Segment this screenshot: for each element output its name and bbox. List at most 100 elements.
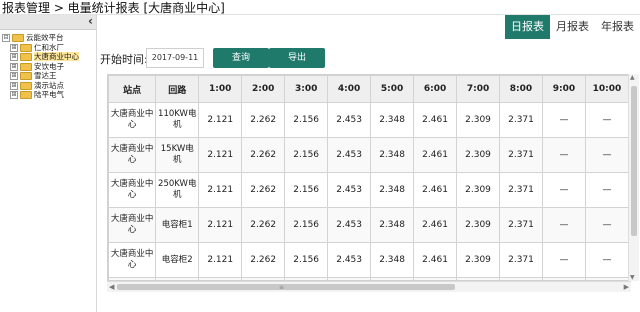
- energy-value-cell: 2.262: [241, 102, 286, 138]
- folder-icon: [20, 62, 32, 71]
- column-header: 4:00: [327, 75, 372, 103]
- column-header: 3:00: [284, 75, 329, 103]
- energy-value-cell: 2.121: [198, 137, 243, 173]
- horizontal-scroll-thumb[interactable]: [117, 284, 455, 290]
- report-table-container: 站点 回路 1:00 2:00 3:00 4:00 5:00 6:00 7:00 8:00 9:00…: [107, 74, 633, 281]
- station-cell: 大唐商业中心: [108, 137, 157, 173]
- energy-value-cell: 2.371: [499, 102, 543, 138]
- export-button[interactable]: 导出: [269, 48, 325, 68]
- energy-value-cell: 2.371: [499, 172, 543, 208]
- folder-icon: [20, 81, 32, 90]
- station-cell: 大唐商业中心: [108, 102, 157, 138]
- circuit-cell: 电容柜2: [155, 242, 200, 278]
- vertical-scroll-thumb[interactable]: [631, 86, 637, 236]
- tree-node[interactable]: ⊞ 演示站点: [2, 81, 79, 91]
- energy-value-cell: 2.262: [241, 137, 286, 173]
- table-header: 站点 回路 1:00 2:00 3:00 4:00 5:00 6:00 7:00 8:00 9:00…: [108, 75, 632, 103]
- tree-node-label: 安饮电子: [34, 61, 64, 71]
- station-cell: 大唐商业中心: [108, 172, 157, 208]
- energy-value-cell: 2.461: [413, 102, 458, 138]
- column-header: 9:00: [541, 75, 586, 103]
- query-button[interactable]: 查询: [213, 48, 269, 68]
- vertical-scrollbar[interactable]: ▲ ▼: [628, 74, 639, 281]
- tree-node[interactable]: ⊞ 陆平电气: [2, 90, 79, 100]
- folder-icon: [20, 91, 32, 99]
- energy-value-cell: 2.309: [456, 207, 501, 243]
- table-row[interactable]: 大唐商业中心 250KW电机 2.121 2.262 2.156 2.453 2.348 2.…: [108, 172, 632, 208]
- scroll-grip-icon: ≡: [279, 284, 285, 291]
- energy-value-cell: —: [541, 207, 586, 243]
- energy-value-cell: 2.309: [456, 137, 501, 173]
- energy-value-cell: —: [541, 172, 586, 208]
- table-body: 大唐商业中心 110KW电机 2.121 2.262 2.156 2.453 2.348 2.…: [108, 102, 632, 280]
- scroll-right-icon[interactable]: ▶: [624, 283, 629, 291]
- column-header: 10:00: [584, 75, 629, 103]
- energy-value-cell: —: [584, 172, 629, 208]
- folder-icon: [20, 43, 32, 52]
- scroll-down-icon[interactable]: ▼: [630, 274, 635, 281]
- energy-value-cell: 2.121: [198, 242, 243, 278]
- tab-monthly-report[interactable]: 月报表: [550, 15, 595, 39]
- circuit-cell: 110KW电机: [155, 102, 200, 138]
- report-table: 站点 回路 1:00 2:00 3:00 4:00 5:00 6:00 7:00 8:00 9:00…: [108, 75, 632, 280]
- column-header: 5:00: [370, 75, 415, 103]
- energy-value-cell: —: [541, 242, 586, 278]
- energy-value-cell: 2.262: [241, 242, 286, 278]
- table-row[interactable]: 大唐商业中心 电容柜1 2.121 2.262 2.156 2.453 2.348 2.461…: [108, 207, 632, 243]
- plus-box-icon[interactable]: ⊞: [10, 72, 18, 80]
- energy-value-cell: 2.156: [284, 102, 329, 138]
- table-row[interactable]: 大唐商业中心 110KW电机 2.121 2.262 2.156 2.453 2.348 2.…: [108, 102, 632, 138]
- tab-daily-report[interactable]: 日报表: [505, 15, 550, 39]
- chevron-left-icon[interactable]: ‹: [88, 14, 93, 28]
- energy-value-cell: 2.262: [241, 172, 286, 208]
- tree-node-selected[interactable]: ⊞ 大唐商业中心: [2, 52, 79, 62]
- energy-value-cell: 2.453: [327, 207, 372, 243]
- plus-box-icon[interactable]: ⊞: [10, 43, 18, 52]
- tree-node[interactable]: ⊞ 仁和水厂: [2, 43, 79, 53]
- energy-value-cell: 2.461: [413, 242, 458, 278]
- plus-box-icon[interactable]: ⊞: [10, 53, 18, 61]
- plus-box-icon[interactable]: ⊞: [10, 81, 18, 90]
- energy-value-cell: 2.262: [241, 207, 286, 243]
- energy-value-cell: 2.121: [198, 102, 243, 138]
- energy-value-cell: 2.348: [370, 207, 415, 243]
- energy-value-cell: 2.453: [327, 137, 372, 173]
- energy-value-cell: 2.461: [413, 207, 458, 243]
- scroll-up-icon[interactable]: ▲: [630, 74, 635, 81]
- column-header: 8:00: [499, 75, 543, 103]
- tree-node[interactable]: ⊞ 雪达王: [2, 71, 79, 81]
- energy-value-cell: —: [541, 102, 586, 138]
- energy-value-cell: 2.461: [413, 137, 458, 173]
- column-header: 回路: [155, 75, 200, 103]
- energy-value-cell: —: [541, 137, 586, 173]
- scroll-left-icon[interactable]: ◀: [109, 283, 114, 291]
- energy-value-cell: 2.309: [456, 242, 501, 278]
- tree-node-label: 大唐商业中心: [34, 52, 79, 61]
- sidebar: ‹ ⊟ 云能效平台 ⊞ 仁和水厂 ⊞ 大唐商业中心 ⊞ 安饮电子 ⊞ 雪达王 ⊞ 演示站点 …: [0, 14, 97, 312]
- site-tree: ⊟ 云能效平台 ⊞ 仁和水厂 ⊞ 大唐商业中心 ⊞ 安饮电子 ⊞ 雪达王 ⊞ 演示站点 ⊞ 陆…: [2, 33, 79, 100]
- page-title: 报表管理 > 电量统计报表 [大唐商业中心]: [2, 1, 225, 15]
- tree-node[interactable]: ⊞ 安饮电子: [2, 62, 79, 72]
- tree-node-label: 云能效平台: [26, 33, 64, 42]
- circuit-cell: 15KW电机: [155, 137, 200, 173]
- energy-value-cell: 2.156: [284, 137, 329, 173]
- horizontal-scrollbar[interactable]: ◀ ≡ ▶: [107, 281, 631, 292]
- column-header: 站点: [108, 75, 157, 103]
- plus-box-icon[interactable]: ⊞: [10, 91, 18, 99]
- folder-icon: [20, 53, 32, 61]
- energy-value-cell: 2.453: [327, 242, 372, 278]
- station-cell: 大唐商业中心: [108, 207, 157, 243]
- energy-value-cell: 2.309: [456, 102, 501, 138]
- tree-node-label: 雪达王: [34, 71, 57, 80]
- energy-value-cell: 2.461: [413, 172, 458, 208]
- tree-node-root[interactable]: ⊟ 云能效平台: [2, 33, 79, 43]
- table-row[interactable]: 大唐商业中心 15KW电机 2.121 2.262 2.156 2.453 2.348 2.4…: [108, 137, 632, 173]
- energy-value-cell: —: [584, 242, 629, 278]
- table-row[interactable]: 大唐商业中心 电容柜2 2.121 2.262 2.156 2.453 2.348 2.461…: [108, 242, 632, 278]
- minus-box-icon[interactable]: ⊟: [2, 34, 10, 42]
- folder-icon: [12, 34, 24, 42]
- circuit-cell: 250KW电机: [155, 172, 200, 208]
- start-date-input[interactable]: [146, 48, 204, 68]
- tab-yearly-report[interactable]: 年报表: [595, 15, 640, 39]
- plus-box-icon[interactable]: ⊞: [10, 62, 18, 71]
